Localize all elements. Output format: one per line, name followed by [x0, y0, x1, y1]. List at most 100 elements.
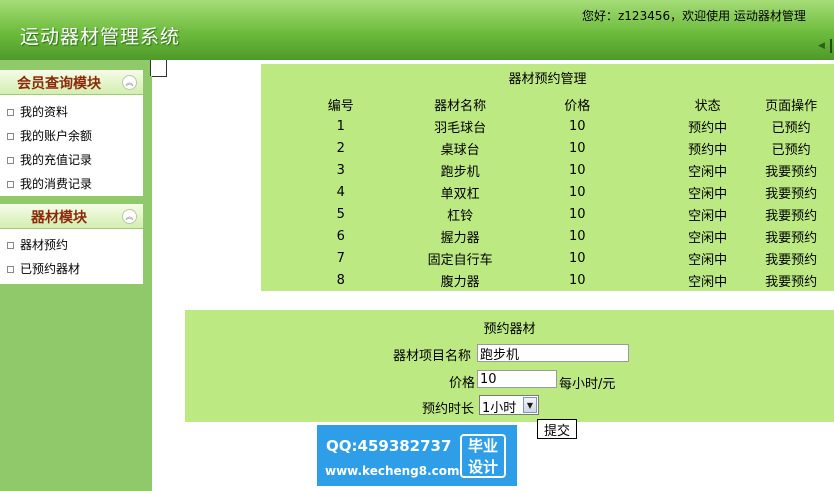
column-header-action: 页面操作 [765, 98, 818, 114]
duration-select[interactable]: 1小时 ▼ [479, 395, 539, 416]
member-menu: 我的资料 我的账户余额 我的充值记录 我的消费记录 [0, 95, 143, 196]
cell-status: 空闲中 [688, 230, 728, 246]
cell-price: 10 [568, 184, 586, 200]
cell-spacer [655, 115, 667, 137]
bullet-icon [7, 109, 14, 116]
table-row: 2 桌球台 10 预约中 已预约 [261, 137, 834, 159]
price-unit-label: 每小时/元 [559, 377, 616, 392]
cell-name: 腹力器 [440, 274, 480, 290]
cell-spacer [655, 269, 667, 291]
bullet-icon [7, 157, 14, 164]
table-header-row: 编号 器材名称 价格 状态 页面操作 [261, 93, 834, 115]
cell-price: 10 [568, 250, 586, 266]
equipment-menu: 器材预约 已预约器材 [0, 229, 143, 284]
sidebar-item-consumption-records[interactable]: 我的消费记录 [0, 173, 143, 195]
app-title: 运动器材管理系统 [20, 26, 181, 48]
cell-action: 已预约 [771, 120, 811, 136]
cell-spacer [655, 203, 667, 225]
watermark-stamp: 毕业 设计 [460, 434, 506, 478]
cell-action[interactable]: 我要预约 [748, 203, 834, 225]
cell-name: 羽毛球台 [434, 120, 487, 136]
cell-status: 预约中 [688, 142, 728, 158]
cell-spacer [655, 137, 667, 159]
cell-status: 空闲中 [688, 274, 728, 290]
cell-price: 10 [568, 118, 586, 134]
section-title-equipment: 器材模块 [31, 210, 87, 226]
cell-name: 单双杠 [440, 186, 480, 202]
table-row: 7 固定自行车 10 空闲中 我要预约 [261, 247, 834, 269]
table-row: 3 跑步机 10 空闲中 我要预约 [261, 159, 834, 181]
cell-price: 10 [568, 272, 586, 288]
cell-price: 10 [568, 228, 586, 244]
cell-action[interactable]: 我要预约 [748, 247, 834, 269]
reserve-form-panel: 预约器材 器材项目名称 价格 每小时/元 预约时长 1小时 ▼ [185, 310, 834, 422]
cell-name: 杠铃 [447, 208, 474, 224]
collapse-chevron-icon[interactable]: ︽ [122, 75, 137, 90]
cell-name: 握力器 [440, 230, 480, 246]
cell-price: 10 [568, 162, 586, 178]
watermark-site: www.kecheng8.com [325, 464, 460, 478]
price-label: 价格 [449, 376, 476, 391]
cell-price: 10 [568, 206, 586, 222]
cell-spacer [655, 247, 667, 269]
column-header-name: 器材名称 [434, 98, 487, 114]
table-row: 6 握力器 10 空闲中 我要预约 [261, 225, 834, 247]
frame-divider-line [150, 76, 152, 491]
sidebar-item-recharge-records[interactable]: 我的充值记录 [0, 149, 143, 171]
collapse-arrow-icon[interactable]: ◀ [818, 39, 832, 53]
cell-id: 7 [336, 250, 345, 266]
cell-id: 3 [336, 162, 345, 178]
cell-spacer [655, 225, 667, 247]
submit-button[interactable]: 提交 [537, 419, 577, 439]
cell-status: 空闲中 [688, 164, 728, 180]
cell-name: 跑步机 [440, 164, 480, 180]
cell-status: 预约中 [688, 120, 728, 136]
cell-id: 4 [336, 184, 345, 200]
section-header-member[interactable]: 会员查询模块 ︽ [0, 70, 143, 95]
panel-title: 器材预约管理 [508, 72, 587, 87]
column-header-status: 状态 [694, 98, 721, 114]
table-row: 1 羽毛球台 10 预约中 已预约 [261, 115, 834, 137]
sidebar-item-balance[interactable]: 我的账户余额 [0, 125, 143, 147]
equipment-table: 编号 器材名称 价格 状态 页面操作 1 羽毛球台 10 预约中 已预约 2 桌球台 10 预约… [261, 93, 834, 291]
cell-status: 空闲中 [688, 186, 728, 202]
cell-status: 空闲中 [688, 252, 728, 268]
cell-action[interactable]: 我要预约 [748, 159, 834, 181]
equipment-name-field[interactable] [477, 344, 629, 362]
price-field[interactable] [477, 370, 557, 388]
sidebar-item-reserved-equipment[interactable]: 已预约器材 [0, 258, 143, 280]
cell-status: 空闲中 [688, 208, 728, 224]
bullet-icon [7, 133, 14, 140]
cell-id: 8 [336, 272, 345, 288]
header-bar: 运动器材管理系统 您好：z123456，欢迎使用 运动器材管理 ◀ [0, 0, 834, 60]
table-row: 4 单双杠 10 空闲中 我要预约 [261, 181, 834, 203]
watermark-qq: QQ:459382737 [326, 437, 452, 455]
table-row: 8 腹力器 10 空闲中 我要预约 [261, 269, 834, 291]
reservation-management-panel: 器材预约管理 编号 器材名称 价格 状态 页面操作 1 羽毛球台 10 预约中 已预约 2… [261, 64, 834, 291]
column-header-price: 价格 [564, 98, 591, 114]
cell-id: 6 [336, 228, 345, 244]
welcome-text: 您好：z123456，欢迎使用 运动器材管理 [582, 9, 806, 23]
column-header-id: 编号 [327, 98, 354, 114]
sidebar-item-my-profile[interactable]: 我的资料 [0, 101, 143, 123]
sidebar: 会员查询模块 ︽ 我的资料 我的账户余额 我的充值记录 我的消费记录 器材模块 … [0, 60, 150, 491]
duration-selected-value: 1小时 [482, 401, 517, 416]
bullet-icon [7, 181, 14, 188]
cell-action[interactable]: 我要预约 [748, 225, 834, 247]
cell-id: 5 [336, 206, 345, 222]
cell-action: 已预约 [771, 142, 811, 158]
sidebar-item-equipment-reserve[interactable]: 器材预约 [0, 234, 143, 256]
cell-action[interactable]: 我要预约 [748, 181, 834, 203]
cell-spacer [655, 159, 667, 181]
equipment-name-label: 器材项目名称 [393, 349, 472, 364]
bullet-icon [7, 266, 14, 273]
cell-id: 1 [336, 118, 345, 134]
section-header-equipment[interactable]: 器材模块 ︽ [0, 204, 143, 229]
frame-splitter-handle[interactable] [150, 60, 167, 77]
frame-divider[interactable] [150, 60, 167, 491]
dropdown-arrow-icon[interactable]: ▼ [523, 397, 537, 413]
cell-action[interactable]: 我要预约 [748, 269, 834, 291]
collapse-chevron-icon[interactable]: ︽ [122, 209, 137, 224]
cell-price: 10 [568, 140, 586, 156]
watermark-banner: QQ:459382737 www.kecheng8.com 毕业 设计 [317, 425, 517, 486]
